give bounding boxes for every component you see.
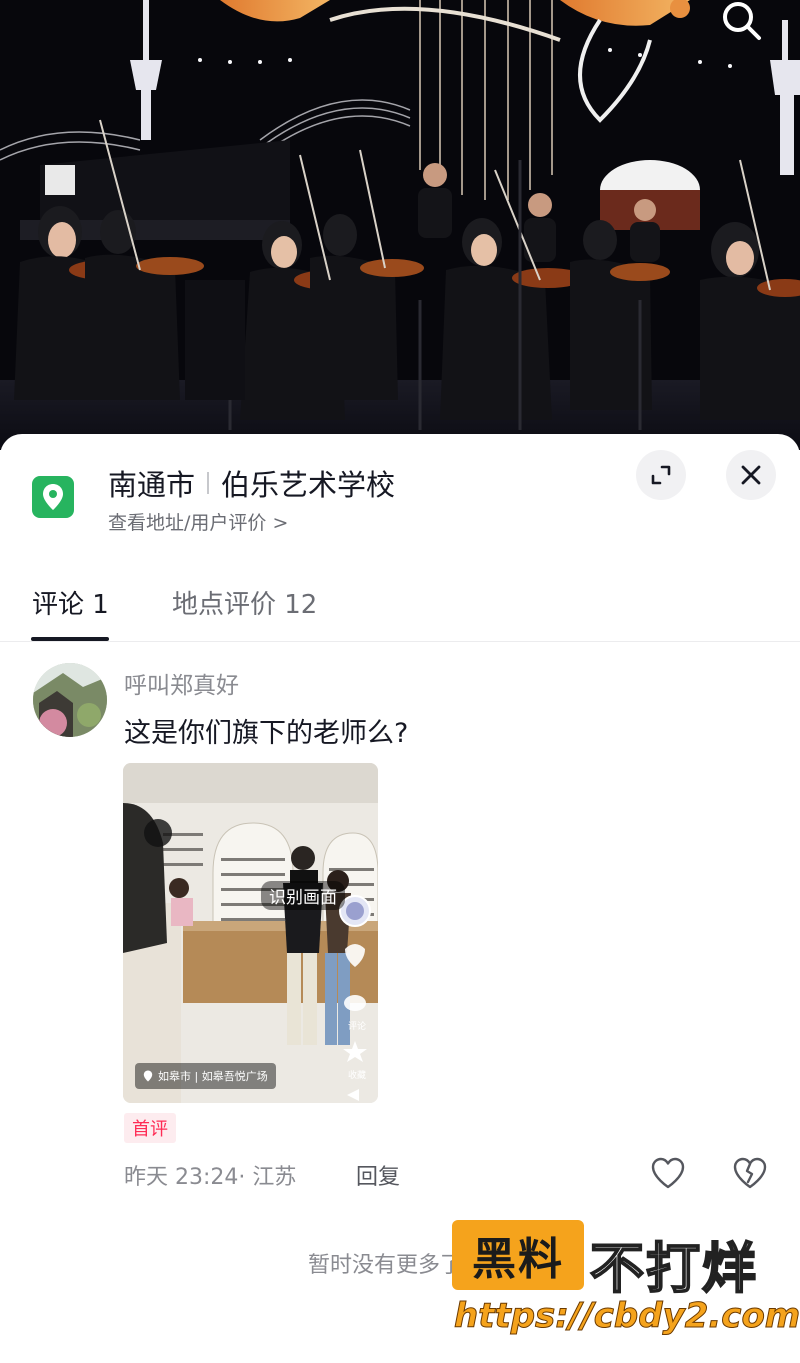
watermark-text: 不打烊 <box>589 1236 758 1301</box>
watermark: 黑料 不打烊 https://cbdy2.com <box>452 1220 800 1340</box>
active-tab-indicator <box>31 637 109 641</box>
heart-icon[interactable] <box>650 1156 686 1190</box>
image-favorite-label: 收藏 <box>348 1071 367 1081</box>
image-location-text: 如皋市 | 如皋吾悦广场 <box>158 1070 268 1083</box>
location-pin-icon <box>32 476 74 518</box>
close-button[interactable] <box>726 450 776 500</box>
tab-comments[interactable]: 评论 1 <box>32 584 109 621</box>
title-divider <box>207 472 210 494</box>
comment-item: 呼叫郑真好 这是你们旗下的老师么? 识别画面 评论 收藏 如皋市 | 如皋吾悦广… <box>0 659 800 1190</box>
broken-heart-icon[interactable] <box>732 1156 768 1190</box>
location-pin-icon <box>143 1070 153 1082</box>
expand-icon <box>651 465 671 485</box>
image-recognize-tag: 识别画面 <box>261 881 345 910</box>
comment-username[interactable]: 呼叫郑真好 <box>124 666 239 700</box>
first-comment-badge: 首评 <box>124 1113 176 1143</box>
orchestra-photo <box>0 0 800 450</box>
search-button[interactable] <box>720 0 770 42</box>
watermark-badge: 黑料 <box>452 1220 584 1290</box>
location-name: 伯乐艺术学校 <box>221 468 396 502</box>
location-header[interactable]: 南通市 伯乐艺术学校 查看地址/用户评价 > <box>0 434 800 554</box>
image-location-tag: 如皋市 | 如皋吾悦广场 <box>135 1063 276 1089</box>
close-icon <box>741 465 761 485</box>
tab-place-reviews[interactable]: 地点评价 12 <box>172 584 317 621</box>
comment-time-location: 昨天 23:24· 江苏 <box>124 1165 297 1190</box>
watermark-url: https://cbdy2.com <box>453 1296 800 1337</box>
location-city: 南通市 <box>108 468 196 502</box>
avatar[interactable] <box>33 663 107 737</box>
location-subtitle-link[interactable]: 查看地址/用户评价 > <box>108 508 288 535</box>
no-more-text: 暂时没有更多了 <box>308 1253 463 1278</box>
comment-image[interactable]: 识别画面 评论 收藏 如皋市 | 如皋吾悦广场 <box>123 763 378 1103</box>
comment-text: 这是你们旗下的老师么? <box>124 718 409 749</box>
tab-bar: 评论 1 地点评价 12 <box>0 574 800 642</box>
page: 南通市 伯乐艺术学校 查看地址/用户评价 > 评论 1 地点评价 12 呼叫郑真… <box>0 0 800 1363</box>
cover-photo <box>0 0 800 450</box>
expand-button[interactable] <box>636 450 686 500</box>
reply-button[interactable]: 回复 <box>356 1159 400 1191</box>
location-title: 南通市 伯乐艺术学校 <box>108 462 395 504</box>
image-comment-label: 评论 <box>348 1022 367 1032</box>
search-icon <box>723 2 761 40</box>
